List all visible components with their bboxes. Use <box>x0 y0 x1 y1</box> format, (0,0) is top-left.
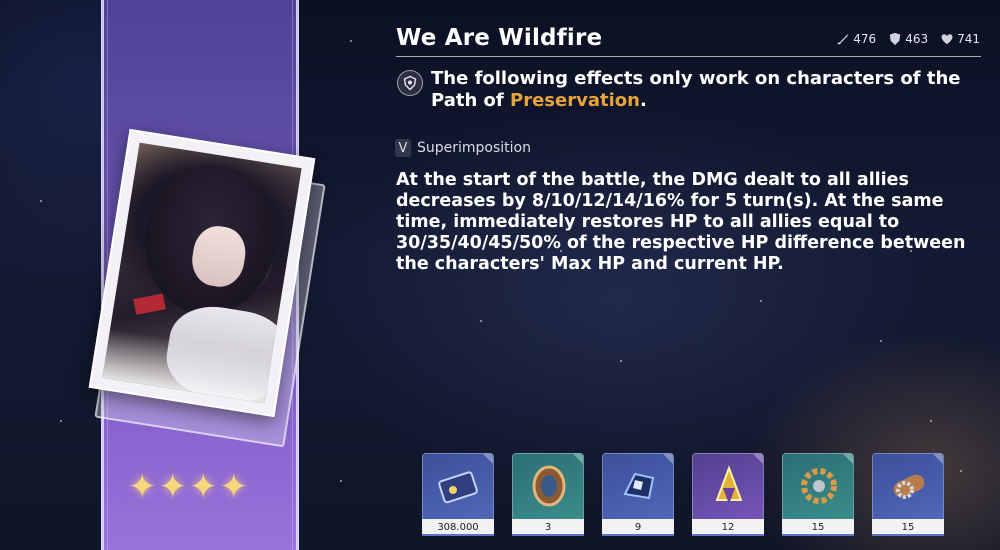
superimposition-header: V Superimposition <box>395 139 531 157</box>
preservation-path-icon <box>397 70 423 96</box>
material-slot <box>692 453 764 519</box>
material-count: 15 <box>872 519 944 536</box>
material-count: 3 <box>512 519 584 536</box>
material-count: 308.000 <box>422 519 494 536</box>
light-cone-artwork <box>102 142 302 404</box>
hp-stat: 741 <box>940 32 980 46</box>
star-icon: ✦ <box>128 467 157 507</box>
title-divider <box>396 56 981 57</box>
material-slot <box>422 453 494 519</box>
gear-wheel-icon <box>801 468 837 504</box>
path-name: Preservation <box>510 90 640 111</box>
material-slot <box>602 453 674 519</box>
star-icon: ✦ <box>158 467 188 507</box>
gear-scroll-icon <box>893 474 925 499</box>
superimposition-label: Superimposition <box>417 140 531 156</box>
attack-stat: 476 <box>836 32 876 46</box>
stat-summary: 476 463 741 <box>836 32 980 46</box>
material-item[interactable]: 12 <box>692 453 764 536</box>
defense-stat: 463 <box>888 32 928 46</box>
path-requirement: The following effects only work on chara… <box>397 68 977 112</box>
effect-description: At the start of the battle, the DMG deal… <box>396 170 966 274</box>
hp-value: 741 <box>957 32 980 46</box>
material-slot <box>782 453 854 519</box>
star-icon: ✦ <box>219 467 249 507</box>
star-icon: ✦ <box>189 467 218 507</box>
golden-relic-icon <box>715 465 743 504</box>
material-count: 15 <box>782 519 854 536</box>
material-item[interactable]: 15 <box>872 453 944 536</box>
attack-value: 476 <box>853 32 877 46</box>
material-count: 9 <box>602 519 674 536</box>
defense-icon <box>889 32 901 46</box>
light-cone-title: We Are Wildfire <box>396 25 603 51</box>
shield-material-icon <box>532 465 566 507</box>
material-count: 12 <box>692 519 764 536</box>
material-item[interactable]: 3 <box>512 453 584 536</box>
attack-icon <box>838 33 849 45</box>
light-cone-card[interactable] <box>88 128 326 448</box>
material-list: 308.000 3 9 12 15 15 <box>422 453 944 536</box>
material-item[interactable]: 9 <box>602 453 674 536</box>
path-text-end: . <box>639 90 647 111</box>
path-text: The following effects only work on chara… <box>431 68 977 112</box>
rarity-stars: ✦ ✦ ✦ ✦ <box>128 470 248 504</box>
hp-icon <box>941 34 953 45</box>
material-item[interactable]: 15 <box>782 453 854 536</box>
credit-card-icon <box>438 471 478 504</box>
crystal-gauntlet-icon <box>623 472 655 500</box>
superimposition-level: V <box>395 139 411 157</box>
material-slot <box>512 453 584 519</box>
material-item[interactable]: 308.000 <box>422 453 494 536</box>
defense-value: 463 <box>905 32 929 46</box>
material-slot <box>872 453 944 519</box>
